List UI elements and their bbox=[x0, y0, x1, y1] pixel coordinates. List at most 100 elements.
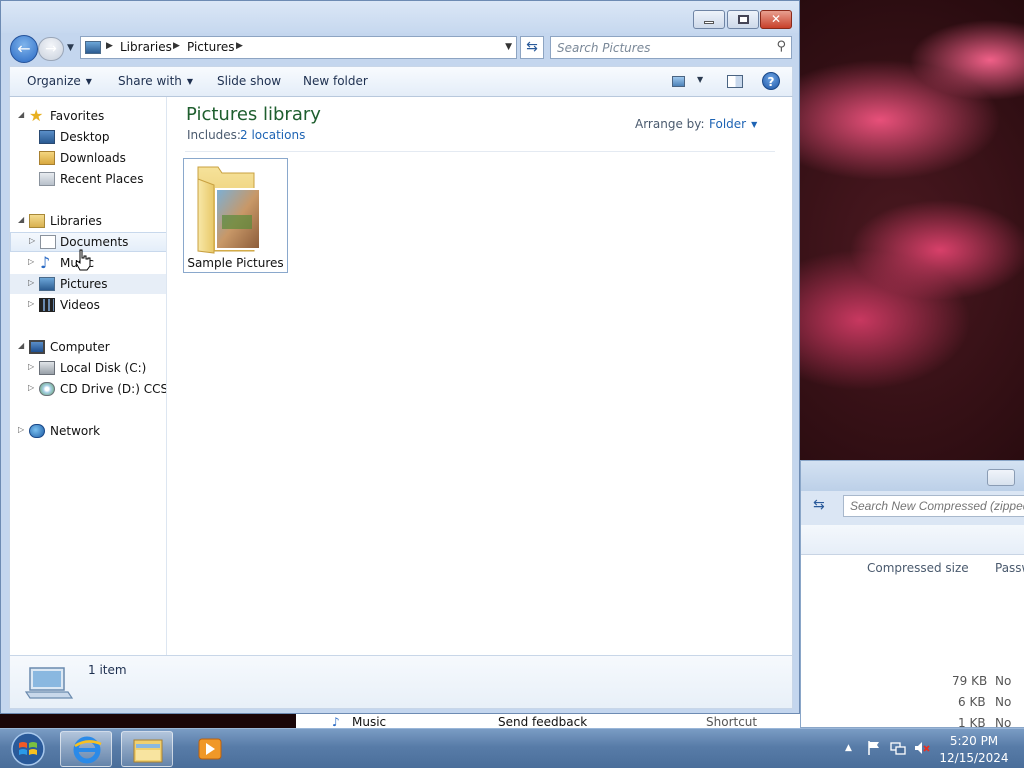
content-pane: Pictures library Includes: 2 locations A… bbox=[167, 97, 793, 655]
pictures-icon bbox=[39, 277, 55, 291]
list-item-music[interactable]: Music bbox=[352, 715, 386, 729]
nav-item-desktop[interactable]: Desktop bbox=[10, 127, 166, 147]
arrange-by-label: Arrange by: bbox=[635, 117, 705, 131]
close-button[interactable]: ✕ bbox=[760, 10, 792, 29]
media-player-icon bbox=[198, 738, 222, 760]
column-header-compressed-size[interactable]: Compressed size bbox=[867, 561, 969, 575]
back-window-toolbar bbox=[801, 525, 1024, 555]
folder-item-sample-pictures[interactable]: Sample Pictures bbox=[183, 158, 288, 273]
taskbar: ▲ 5:20 PM 12/15/2024 bbox=[0, 728, 1024, 768]
nav-item-computer[interactable]: ◢ Computer bbox=[10, 337, 166, 357]
explorer-window[interactable]: ✕ ← → ▼ ▶ Libraries ▶ Pictures ▶ ▼ ⇆ ⚲ O… bbox=[0, 0, 800, 714]
row-size: 79 KB bbox=[952, 674, 988, 688]
breadcrumb-libraries[interactable]: Libraries bbox=[120, 40, 172, 54]
nav-item-recent-places[interactable]: Recent Places bbox=[10, 169, 166, 189]
nav-item-cd-drive[interactable]: ▷ CD Drive (D:) CCSA_ bbox=[10, 379, 166, 399]
search-box[interactable]: ⚲ bbox=[550, 36, 792, 59]
breadcrumb-chevron-icon[interactable]: ▶ bbox=[173, 41, 180, 51]
documents-icon bbox=[40, 235, 56, 249]
downloads-folder-icon bbox=[39, 151, 55, 165]
breadcrumb-chevron-icon[interactable]: ▶ bbox=[106, 41, 113, 51]
videos-icon bbox=[39, 298, 55, 312]
refresh-button[interactable]: ⇆ bbox=[520, 36, 544, 59]
includes-label: Includes: bbox=[187, 128, 241, 142]
library-locations-link[interactable]: 2 locations bbox=[240, 128, 305, 142]
collapsed-triangle-icon[interactable]: ▷ bbox=[28, 362, 34, 371]
collapsed-triangle-icon[interactable]: ▷ bbox=[28, 383, 34, 392]
network-tray-icon[interactable] bbox=[890, 740, 906, 756]
titlebar[interactable]: ✕ bbox=[1, 1, 799, 33]
nav-item-local-disk[interactable]: ▷ Local Disk (C:) bbox=[10, 358, 166, 378]
taskbar-internet-explorer-button[interactable] bbox=[60, 731, 112, 767]
recent-pages-dropdown-icon[interactable]: ▼ bbox=[67, 43, 74, 53]
taskbar-windows-explorer-button[interactable] bbox=[121, 731, 173, 767]
header-divider bbox=[185, 151, 775, 152]
item-count: 1 item bbox=[88, 663, 127, 677]
clock-date[interactable]: 12/15/2024 bbox=[936, 751, 1012, 765]
clock-time[interactable]: 5:20 PM bbox=[936, 734, 1012, 748]
compressed-folder-window[interactable]: ⇆ Compressed size Passw 79 KB No 6 KB No… bbox=[800, 460, 1024, 730]
navigation-pane: ◢ ★ Favorites Desktop Downloads Recent P… bbox=[9, 97, 167, 655]
new-folder-button[interactable]: New folder bbox=[303, 74, 368, 88]
hard-disk-icon bbox=[39, 361, 55, 375]
back-button[interactable]: ← bbox=[10, 35, 38, 63]
maximize-button[interactable] bbox=[727, 10, 759, 29]
collapsed-triangle-icon[interactable]: ▷ bbox=[28, 299, 34, 308]
picture-folder-icon bbox=[197, 166, 261, 254]
show-hidden-icons-icon[interactable]: ▲ bbox=[845, 743, 852, 753]
nav-item-pictures[interactable]: ▷ Pictures bbox=[10, 274, 166, 294]
search-icon[interactable]: ⚲ bbox=[776, 39, 786, 54]
slide-show-button[interactable]: Slide show bbox=[217, 74, 281, 88]
expanded-triangle-icon[interactable]: ◢ bbox=[18, 341, 24, 350]
star-icon: ★ bbox=[29, 106, 44, 125]
start-button[interactable] bbox=[4, 731, 52, 767]
collapsed-triangle-icon[interactable]: ▷ bbox=[18, 425, 24, 434]
preview-pane-icon[interactable] bbox=[727, 75, 743, 88]
desktop-icon bbox=[39, 130, 55, 144]
taskbar-media-player-button[interactable] bbox=[183, 731, 235, 767]
collapsed-triangle-icon[interactable]: ▷ bbox=[28, 257, 34, 266]
internet-explorer-icon bbox=[73, 736, 102, 764]
nav-item-downloads[interactable]: Downloads bbox=[10, 148, 166, 168]
change-view-button[interactable]: ▼ bbox=[672, 74, 704, 90]
cd-drive-icon bbox=[39, 382, 55, 396]
nav-item-network[interactable]: ▷ Network bbox=[10, 421, 166, 441]
expanded-triangle-icon[interactable]: ◢ bbox=[18, 110, 24, 119]
library-details-icon bbox=[24, 667, 74, 699]
address-bar[interactable]: ▶ Libraries ▶ Pictures ▶ ▼ bbox=[80, 36, 517, 59]
row-size: 6 KB bbox=[958, 695, 986, 709]
back-window-titlebar[interactable] bbox=[801, 461, 1024, 491]
list-item-send-feedback[interactable]: Send feedback bbox=[498, 715, 587, 729]
collapsed-triangle-icon[interactable]: ▷ bbox=[29, 236, 35, 245]
column-header-password[interactable]: Passw bbox=[995, 561, 1024, 575]
library-icon bbox=[85, 41, 101, 54]
row-password: No bbox=[995, 674, 1012, 688]
action-center-flag-icon[interactable] bbox=[866, 740, 882, 756]
search-input[interactable] bbox=[557, 39, 763, 56]
share-with-button[interactable]: Share with ▼ bbox=[118, 74, 193, 88]
list-item-type: Shortcut bbox=[706, 715, 758, 729]
expanded-triangle-icon[interactable]: ◢ bbox=[18, 215, 24, 224]
back-window-search-input[interactable] bbox=[843, 495, 1024, 517]
help-icon[interactable]: ? bbox=[762, 72, 780, 90]
recent-places-icon bbox=[39, 172, 55, 186]
nav-item-videos[interactable]: ▷ Videos bbox=[10, 295, 166, 315]
nav-item-libraries[interactable]: ◢ Libraries bbox=[10, 211, 166, 231]
back-window-refresh-icon[interactable]: ⇆ bbox=[813, 497, 835, 517]
forward-button[interactable]: → bbox=[38, 37, 64, 61]
breadcrumb-chevron-icon[interactable]: ▶ bbox=[236, 41, 243, 51]
row-password: No bbox=[995, 695, 1012, 709]
chevron-down-icon: ▼ bbox=[751, 120, 758, 129]
volume-muted-icon[interactable] bbox=[914, 740, 930, 756]
organize-button[interactable]: Organize ▼ bbox=[27, 74, 92, 88]
nav-item-favorites[interactable]: ◢ ★ Favorites bbox=[10, 106, 166, 126]
chevron-down-icon[interactable]: ▼ bbox=[697, 75, 703, 84]
collapsed-triangle-icon[interactable]: ▷ bbox=[28, 278, 34, 287]
hand-cursor-icon bbox=[75, 249, 91, 271]
folder-item-label: Sample Pictures bbox=[187, 256, 284, 270]
arrange-by-dropdown[interactable]: Folder ▼ bbox=[709, 117, 757, 131]
back-window-minimize-button[interactable] bbox=[987, 469, 1015, 486]
minimize-button[interactable] bbox=[693, 10, 725, 29]
address-dropdown-icon[interactable]: ▼ bbox=[505, 42, 512, 52]
breadcrumb-pictures[interactable]: Pictures bbox=[187, 40, 235, 54]
